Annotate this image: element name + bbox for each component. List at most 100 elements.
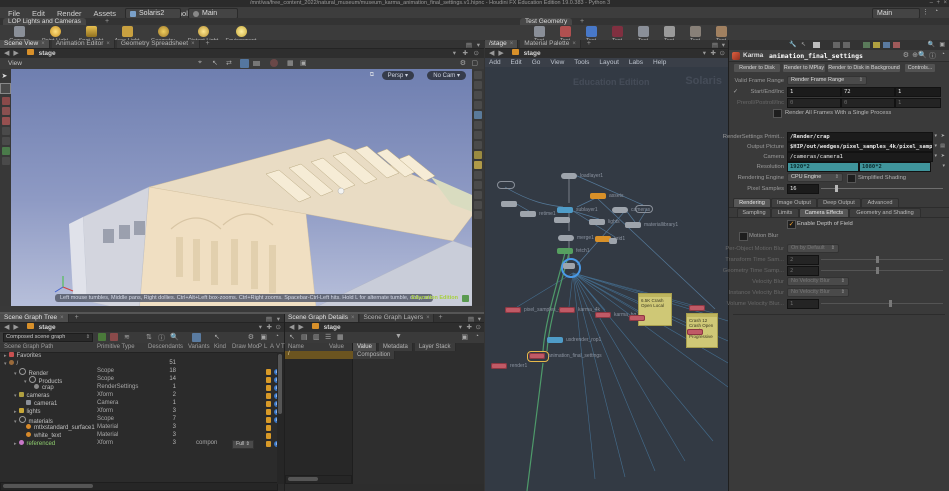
karma-node[interactable]: pixel_samples_4k [505, 307, 521, 313]
maximize-button[interactable]: + [936, 0, 940, 6]
pixel-samples-field[interactable]: 16 [787, 184, 819, 194]
close-tab-icon[interactable]: × [191, 41, 195, 47]
filter-funnel-icon[interactable]: ▼ [395, 333, 402, 340]
active-tool-icon[interactable] [240, 59, 249, 68]
lighting-mode-icon[interactable] [474, 151, 482, 159]
back-icon[interactable]: ◀ [289, 324, 294, 331]
red-book-icon[interactable] [893, 42, 900, 48]
frame-start-field[interactable]: 1 [787, 87, 841, 97]
col-descendants[interactable]: Descendants [148, 344, 183, 350]
activate-icon[interactable] [266, 425, 271, 431]
transform-time-field[interactable]: 2 [787, 255, 819, 265]
slider-handle[interactable] [835, 185, 838, 192]
blue-book-icon[interactable] [883, 42, 890, 48]
geometry-tool-icon[interactable] [2, 137, 10, 145]
tab-geometry-shading[interactable]: Geometry and Shading [849, 208, 921, 217]
render-to-mplay-button[interactable]: Render to MPlay [782, 63, 826, 73]
viewport-layout-icon[interactable]: ▢ [471, 59, 478, 67]
tree-row-products[interactable]: ▾Products Scope 14 B [0, 376, 283, 384]
net-menu-layout[interactable]: Layout [595, 58, 623, 67]
col-a[interactable]: A [270, 344, 274, 350]
handles-tool-icon[interactable] [2, 97, 10, 105]
close-tab-icon[interactable]: × [60, 315, 64, 321]
show-prims-icon[interactable] [98, 333, 106, 341]
tab-rendering[interactable]: Rendering [733, 198, 771, 207]
close-tab-icon[interactable]: × [572, 41, 576, 47]
karma-node-selected[interactable]: animation_final_settings [529, 353, 545, 359]
tree-view-icon[interactable]: ↖ [289, 333, 295, 341]
dopnet-tool-icon[interactable] [2, 117, 10, 125]
settings-gear-icon[interactable]: ⚙ [248, 333, 254, 341]
dropdown-icon[interactable]: ▾ [942, 163, 945, 169]
tree-row-camera1[interactable]: camera1 Camera 1 B [0, 400, 283, 408]
instance-velocity-blur-select[interactable]: No Velocity Blur⇕ [787, 288, 849, 297]
tab-limits[interactable]: Limits [771, 208, 799, 217]
select-arrow-icon[interactable]: ➤ [2, 72, 10, 80]
panel-icon[interactable] [833, 42, 840, 48]
scrollbar-thumb[interactable] [278, 354, 282, 414]
preroll-field-2[interactable]: 0 [841, 98, 895, 108]
camera-selector[interactable]: No Cam ▾ [427, 71, 466, 80]
gear-icon[interactable]: ⚙ [903, 51, 909, 59]
path-stage[interactable]: stage [39, 324, 56, 331]
hide-prims-icon[interactable] [110, 333, 118, 341]
file-chooser-icon[interactable]: ▤ [940, 143, 945, 149]
select-arrow-icon[interactable]: ➤ [941, 153, 945, 159]
tab-material-palette[interactable]: Material Palette× [520, 40, 581, 48]
lop-node[interactable]: lights [589, 219, 605, 225]
forward-icon[interactable]: ▶ [498, 50, 503, 57]
col-v[interactable]: V [276, 344, 280, 350]
shelf-tab-lop-lights[interactable]: LOP Lights and Cameras [3, 18, 86, 25]
tree-row-referenced[interactable]: ▸referenced Xform 3 compon Full ⇕ B [0, 440, 283, 448]
tab-geometry-spreadsheet[interactable]: Geometry Spreadsheet× [117, 40, 200, 48]
rendersettings-field[interactable]: /Render/crap [787, 132, 933, 142]
drawmode-selector[interactable]: Full ⇕ [232, 440, 254, 449]
col-scene-graph-path[interactable]: Scene Graph Path [4, 344, 53, 350]
panel2-icon[interactable] [843, 42, 850, 48]
shelf-add-tab[interactable]: + [105, 18, 109, 25]
engine-select[interactable]: CPU Engine⇕ [787, 173, 843, 182]
volume-velocity-slider[interactable] [821, 303, 943, 304]
tab-value[interactable]: Value [353, 343, 377, 351]
col-value[interactable]: Value [329, 344, 344, 350]
activate-icon[interactable] [266, 433, 271, 439]
dropdown-icon[interactable]: ▾ [934, 133, 937, 139]
activate-icon[interactable] [266, 441, 271, 447]
render-to-disk-button[interactable]: Render to Disk [733, 63, 781, 73]
tree-row-favorites[interactable]: ▸Favorites [0, 352, 283, 360]
close-tab-icon[interactable]: × [426, 315, 430, 321]
back-icon[interactable]: ◀ [4, 50, 9, 57]
tab-scene-graph-tree[interactable]: Scene Graph Tree× [0, 314, 69, 322]
tree-row-root[interactable]: ▾/ 51 [0, 360, 283, 368]
usdrender-node[interactable]: usdrender_rop1 [547, 337, 563, 343]
pixel-samples-slider[interactable] [821, 188, 943, 189]
columns-view-icon[interactable]: ▥ [313, 333, 320, 341]
collapse-all-icon[interactable]: ≋ [124, 333, 130, 341]
tab-animation-editor[interactable]: Animation Editor× [52, 40, 115, 48]
path-stage[interactable]: stage [324, 324, 341, 331]
valid-frame-range-select[interactable]: Render Frame Range⇕ [787, 76, 867, 85]
select-mode-icon[interactable]: ⌖ [198, 59, 202, 67]
info-icon[interactable]: ⓘ [158, 333, 165, 343]
net-menu-help[interactable]: Help [649, 58, 670, 67]
snap-icon[interactable]: ⇄ [226, 59, 232, 67]
net-menu-edit[interactable]: Edit [507, 58, 526, 67]
tree-v-scrollbar[interactable] [277, 352, 284, 484]
single-process-checkbox[interactable] [773, 109, 782, 118]
sticky-note-1[interactable]: 6.5K Crash Open Local [638, 293, 672, 326]
tab-scene-view[interactable]: Scene View× [0, 40, 50, 48]
move-mode-icon[interactable]: ↖ [212, 59, 218, 67]
camera-field[interactable]: /cameras/camera1 [787, 152, 933, 162]
info-icon[interactable]: ⓘ [929, 51, 936, 61]
karma-node[interactable]: karma_hq [595, 312, 611, 318]
help-icon[interactable]: ◔ [941, 51, 945, 58]
col-p[interactable]: P [258, 344, 262, 350]
dof-checkbox[interactable]: ✓ [787, 220, 796, 229]
karma-node[interactable] [689, 305, 705, 311]
list-view-icon[interactable]: ▤ [301, 333, 308, 341]
add-pane-tab[interactable]: + [75, 314, 79, 321]
wrench-icon[interactable]: 🔧 [789, 41, 796, 48]
display-icon-9[interactable] [474, 181, 482, 189]
net-menu-go[interactable]: Go [528, 58, 545, 67]
display-icon-3[interactable] [474, 91, 482, 99]
